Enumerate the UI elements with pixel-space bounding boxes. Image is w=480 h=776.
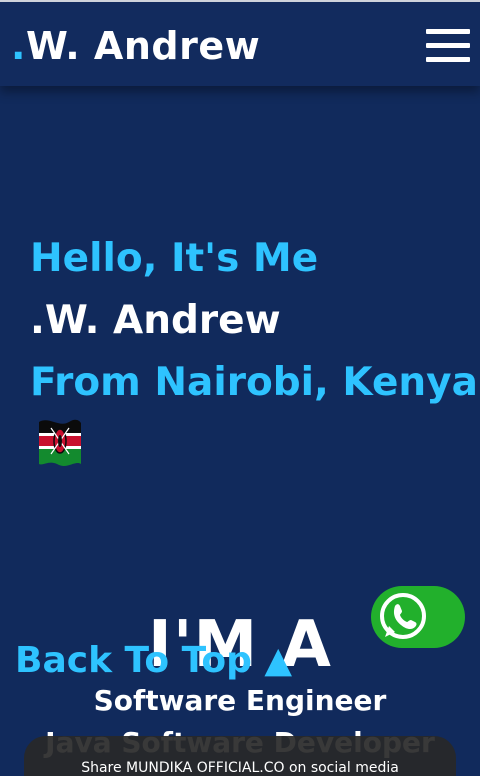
hero-greeting: Hello, It's Me: [30, 236, 319, 281]
menu-bar-bottom: [426, 57, 470, 62]
hamburger-menu-icon[interactable]: [426, 28, 470, 64]
page: .W. Andrew Hello, It's Me .W. Andrew Fro…: [0, 0, 480, 776]
share-toast: Share MUNDIKA OFFICIAL.CO on social medi…: [24, 736, 456, 776]
hero-location: From Nairobi, Kenya: [30, 360, 478, 405]
hero-name: .W. Andrew: [30, 298, 281, 343]
whatsapp-button[interactable]: [371, 586, 465, 648]
whatsapp-icon: [380, 593, 426, 639]
kenya-flag-icon: [39, 419, 81, 466]
back-to-top-link[interactable]: Back To Top ▲: [15, 640, 292, 681]
menu-bar-middle: [426, 43, 470, 48]
brand-logo[interactable]: .W. Andrew: [11, 24, 260, 68]
top-navbar: .W. Andrew: [0, 0, 480, 86]
brand-name: W. Andrew: [25, 24, 261, 68]
hero-section: Hello, It's Me .W. Andrew From Nairobi, …: [30, 228, 478, 414]
brand-dot: .: [11, 24, 26, 68]
menu-bar-top: [426, 29, 470, 34]
role-software-engineer: Software Engineer: [93, 684, 387, 717]
